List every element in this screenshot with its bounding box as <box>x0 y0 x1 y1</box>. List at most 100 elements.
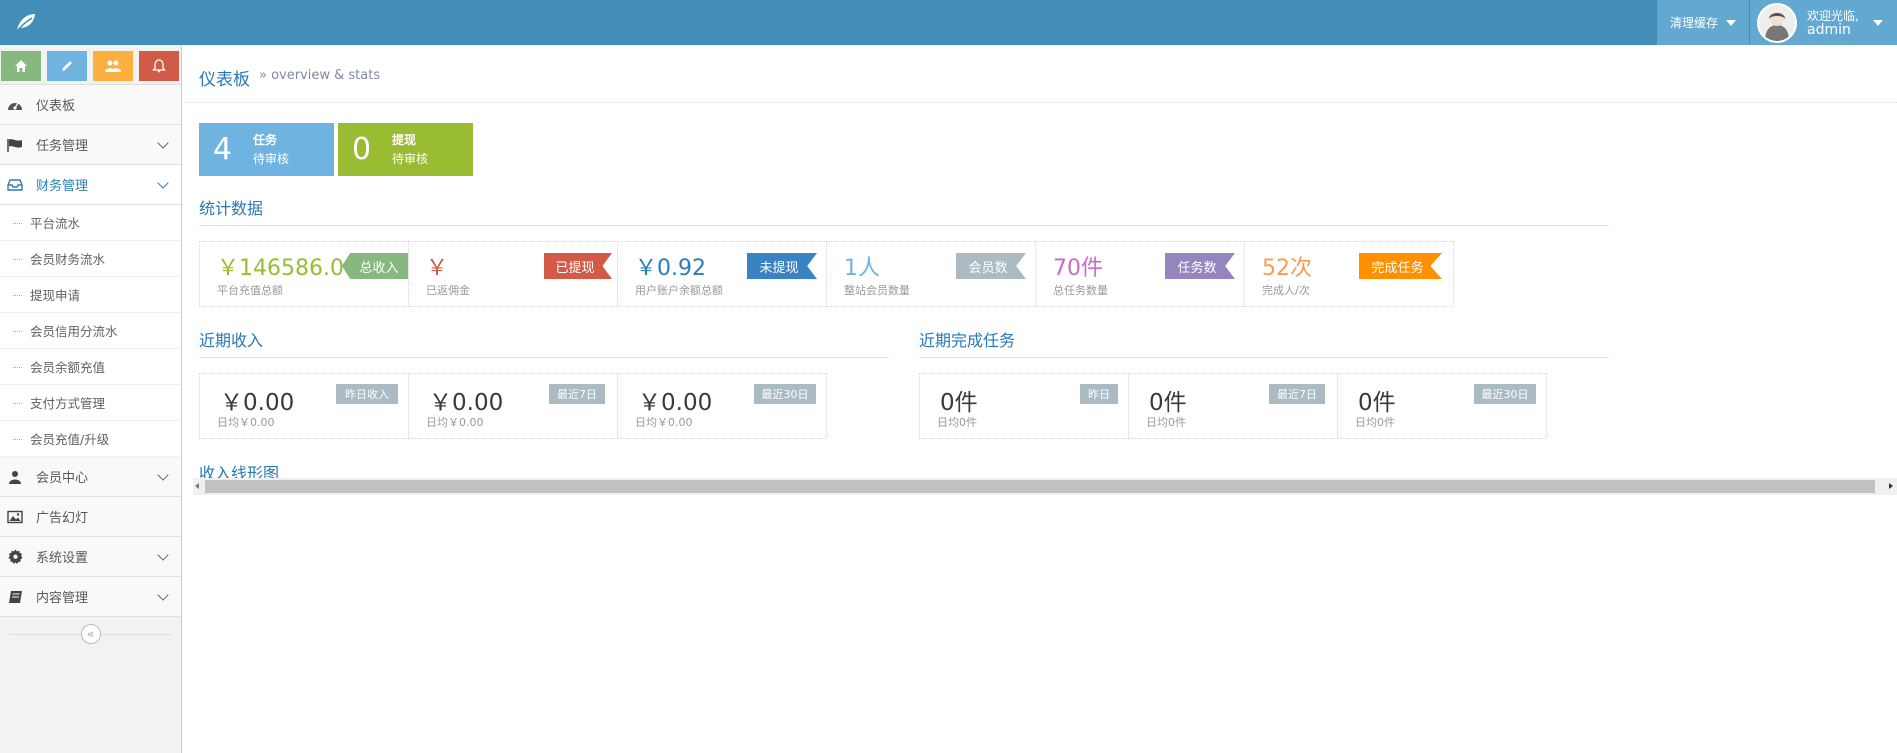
stat-value: ￥0.00 <box>638 390 713 416</box>
sidebar-item-label: 内容管理 <box>36 591 89 606</box>
sidebar-item-members[interactable]: 会员中心 <box>0 457 181 497</box>
submenu-item-balance-recharge[interactable]: 会员余额充值 <box>0 349 181 385</box>
stat-tag: 任务数 <box>1165 253 1235 279</box>
chevron-down-icon <box>157 177 169 189</box>
double-chevron-left-icon[interactable]: « <box>80 624 101 644</box>
stat-sub: 日均￥0.00 <box>635 416 693 429</box>
submenu-item-payment-methods[interactable]: 支付方式管理 <box>0 385 181 421</box>
submenu-item-recharge-upgrade[interactable]: 会员充值/升级 <box>0 421 181 457</box>
stat-sub: 日均0件 <box>937 416 977 429</box>
users-icon <box>105 60 121 72</box>
sidebar-item-ad-slides[interactable]: 广告幻灯 <box>0 497 181 537</box>
user-menu[interactable]: 欢迎光临, admin <box>1750 0 1897 45</box>
stat-sub: 日均0件 <box>1146 416 1186 429</box>
income-7days: ￥0.00 日均￥0.00 最近7日 <box>408 373 618 439</box>
sidebar-item-system-settings[interactable]: 系统设置 <box>0 537 181 577</box>
infobox-subtitle: 待审核 <box>392 151 429 166</box>
submenu-item-label: 会员信用分流水 <box>30 324 118 339</box>
bell-shortcut-button[interactable] <box>139 51 179 81</box>
stat-badge: 昨日 <box>1080 384 1118 404</box>
submenu-item-member-finance-flow[interactable]: 会员财务流水 <box>0 241 181 277</box>
main-content: 仪表板 » overview & stats 4 任务 待审核 0 提现 待审核… <box>183 45 1897 753</box>
sidebar: 仪表板 任务管理 财务管理 平台流水 会员财务流水 提现申请 会员信用分流水 会… <box>0 45 182 753</box>
tasks-30days: 0件 日均0件 最近30日 <box>1337 373 1547 439</box>
leaf-icon[interactable] <box>14 10 38 34</box>
stat-badge: 最近30日 <box>1474 384 1536 404</box>
page-subtitle: » overview & stats <box>259 68 381 83</box>
scroll-left-icon[interactable] <box>195 483 199 489</box>
chevron-down-icon <box>157 469 169 481</box>
section-title-stats: 统计数据 <box>199 199 264 218</box>
scrollbar-thumb[interactable] <box>205 480 1875 493</box>
section-title-recent-income: 近期收入 <box>199 331 264 350</box>
dashboard-icon <box>6 96 24 114</box>
infobox-title: 任务 <box>253 132 278 147</box>
stat-label: 已返佣金 <box>426 284 470 297</box>
stat-members: 1人 整站会员数量 会员数 <box>826 241 1036 307</box>
sidebar-item-tasks[interactable]: 任务管理 <box>0 125 181 165</box>
stat-tag: 未提现 <box>747 253 817 279</box>
stat-label: 完成人/次 <box>1262 284 1310 297</box>
book-icon <box>6 588 24 606</box>
clear-cache-button[interactable]: 清理缓存 <box>1657 0 1749 45</box>
income-30days: ￥0.00 日均￥0.00 最近30日 <box>617 373 827 439</box>
stat-tag: 已提现 <box>544 253 612 279</box>
finance-submenu: 平台流水 会员财务流水 提现申请 会员信用分流水 会员余额充值 支付方式管理 会… <box>0 205 181 457</box>
sidebar-item-content[interactable]: 内容管理 <box>0 577 181 617</box>
username: admin <box>1807 21 1851 38</box>
stat-sub: 日均￥0.00 <box>426 416 484 429</box>
stat-tag: 总收入 <box>342 253 410 279</box>
stat-badge: 最近7日 <box>1269 384 1325 404</box>
stat-label: 平台充值总额 <box>217 284 283 297</box>
chevron-down-icon <box>157 589 169 601</box>
infobox-subtitle: 待审核 <box>253 151 290 166</box>
stat-tasks: 70件 总任务数量 任务数 <box>1035 241 1245 307</box>
stat-not-withdrawn: ￥0.92 用户账户余额总额 未提现 <box>617 241 827 307</box>
pending-withdrawals-box[interactable]: 0 提现 待审核 <box>338 123 473 176</box>
tasks-yesterday: 0件 日均0件 昨日 <box>919 373 1129 439</box>
submenu-item-credit-score-flow[interactable]: 会员信用分流水 <box>0 313 181 349</box>
stat-value: 0件 <box>1149 390 1187 416</box>
submenu-item-withdraw-requests[interactable]: 提现申请 <box>0 277 181 313</box>
stat-value: ￥ <box>426 256 449 281</box>
divider <box>199 225 1609 226</box>
sidebar-item-label: 仪表板 <box>36 99 76 114</box>
welcome-text: 欢迎光临, <box>1807 8 1859 23</box>
avatar <box>1757 2 1797 43</box>
caret-down-icon <box>1726 19 1736 26</box>
sidebar-item-finance[interactable]: 财务管理 <box>0 165 181 205</box>
stat-tag: 会员数 <box>956 253 1026 279</box>
chevron-down-icon <box>157 137 169 149</box>
stat-value: 52次 <box>1262 256 1312 281</box>
scroll-right-icon[interactable] <box>1889 483 1893 489</box>
shortcut-bar <box>0 45 181 85</box>
sidebar-item-label: 任务管理 <box>36 139 89 154</box>
stat-value: ￥146586.0 <box>217 256 344 281</box>
horizontal-scrollbar[interactable] <box>193 478 1897 495</box>
sidebar-collapse-bar: « <box>0 617 181 651</box>
sidebar-item-dashboard[interactable]: 仪表板 <box>0 85 181 125</box>
users-shortcut-button[interactable] <box>93 51 133 81</box>
pencil-shortcut-button[interactable] <box>47 51 87 81</box>
submenu-item-label: 支付方式管理 <box>30 396 106 411</box>
sidebar-item-label: 广告幻灯 <box>36 511 89 526</box>
sidebar-item-label: 财务管理 <box>36 179 89 194</box>
stat-label: 总任务数量 <box>1053 284 1108 297</box>
home-shortcut-button[interactable] <box>1 51 41 81</box>
gear-icon <box>6 548 24 566</box>
stat-value: 1人 <box>844 256 880 281</box>
stat-label: 用户账户余额总额 <box>635 284 723 297</box>
section-title-recent-tasks: 近期完成任务 <box>919 331 1016 350</box>
sidebar-item-label: 会员中心 <box>36 471 89 486</box>
stat-badge: 最近30日 <box>754 384 816 404</box>
divider <box>919 357 1609 358</box>
stat-value: ￥0.92 <box>635 256 706 281</box>
pending-tasks-box[interactable]: 4 任务 待审核 <box>199 123 334 176</box>
caret-down-icon <box>1872 19 1883 26</box>
stat-value: ￥0.00 <box>220 390 295 416</box>
submenu-item-platform-flow[interactable]: 平台流水 <box>0 205 181 241</box>
income-yesterday: ￥0.00 日均￥0.00 昨日收入 <box>199 373 409 439</box>
page-title: 仪表板 <box>199 70 250 90</box>
stat-tag: 完成任务 <box>1359 253 1442 279</box>
flag-icon <box>6 136 24 154</box>
